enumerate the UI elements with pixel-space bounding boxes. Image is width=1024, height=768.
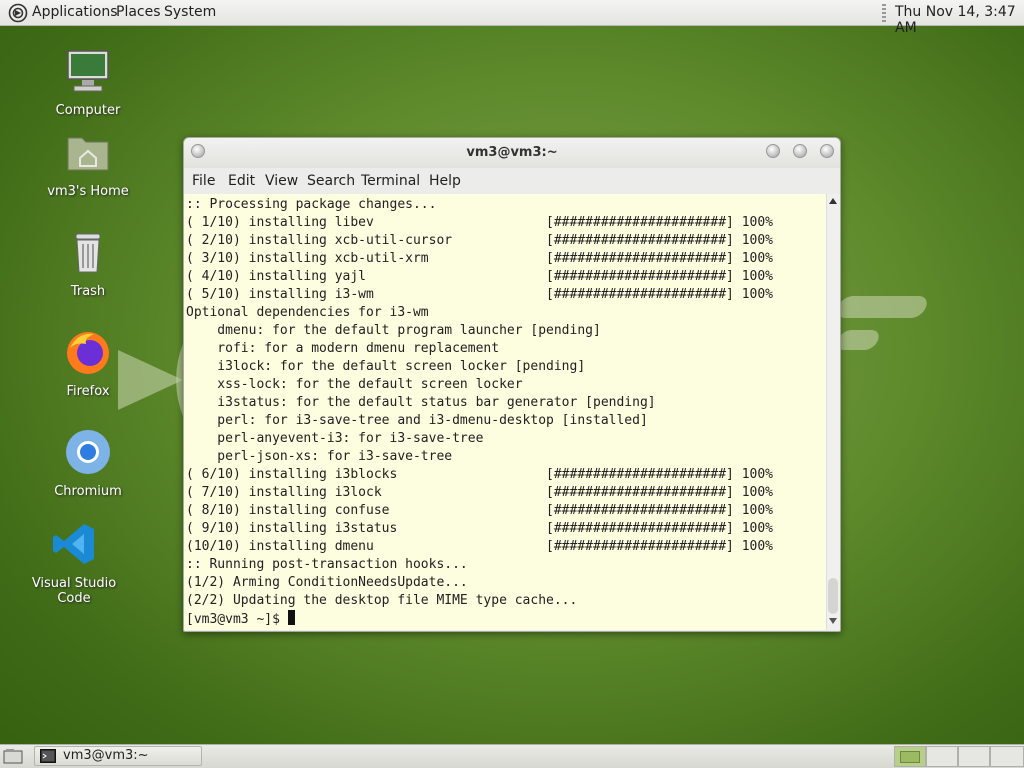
show-desktop-icon[interactable] <box>3 748 23 764</box>
applications-menu[interactable]: Applications <box>32 4 118 20</box>
desktop-icon-label: vm3's Home <box>47 184 129 199</box>
chromium-icon <box>66 430 110 474</box>
terminal-line: rofi: for a modern dmenu replacement <box>186 341 500 356</box>
bottom-panel: vm3@vm3:~ <box>0 744 1024 768</box>
terminal-line: i3status: for the default status bar gen… <box>186 395 656 410</box>
taskbar-label: vm3@vm3:~ <box>63 748 149 763</box>
terminal-line: dmenu: for the default program launcher … <box>186 323 601 338</box>
workspace-4[interactable] <box>990 746 1024 767</box>
desktop-icon-firefox[interactable]: Firefox <box>33 328 143 399</box>
terminal-line: ( 4/10) installing yajl [###############… <box>186 269 773 284</box>
workspace-1[interactable] <box>894 746 926 767</box>
terminal-line: Optional dependencies for i3-wm <box>186 305 429 320</box>
minimize-button[interactable] <box>766 144 780 158</box>
menu-view[interactable]: View <box>265 173 298 189</box>
workspace-window-thumb <box>900 751 920 763</box>
desktop-icon-home[interactable]: vm3's Home <box>33 128 143 199</box>
terminal-line: perl-anyevent-i3: for i3-save-tree <box>186 431 484 446</box>
panel-separator <box>882 4 886 22</box>
terminal-line: ( 9/10) installing i3status [###########… <box>186 521 773 536</box>
clock[interactable]: Thu Nov 14, 3:47 AM <box>895 4 1024 36</box>
desktop-icon-trash[interactable]: Trash <box>33 228 143 299</box>
workspace-2[interactable] <box>926 746 958 767</box>
terminal-line: ( 6/10) installing i3blocks [###########… <box>186 467 773 482</box>
shell-prompt: [vm3@vm3 ~]$ <box>186 612 288 627</box>
terminal-icon <box>40 749 56 763</box>
desktop-icon-label: Chromium <box>54 484 122 499</box>
close-button[interactable] <box>820 144 834 158</box>
terminal-line: ( 2/10) installing xcb-util-cursor [####… <box>186 233 773 248</box>
window-titlebar[interactable]: vm3@vm3:~ <box>184 138 840 168</box>
prompt-line: [vm3@vm3 ~]$ <box>186 610 773 628</box>
top-panel: Applications Places System Thu Nov 14, 3… <box>0 0 1024 36</box>
desktop-icon-label: Trash <box>70 284 106 299</box>
menu-edit[interactable]: Edit <box>228 173 255 189</box>
computer-icon <box>67 50 109 92</box>
terminal-line: ( 3/10) installing xcb-util-xrm [#######… <box>186 251 773 266</box>
terminal-line: ( 8/10) installing confuse [############… <box>186 503 773 518</box>
scrollbar-thumb[interactable] <box>828 578 838 614</box>
system-menu[interactable]: System <box>164 4 216 20</box>
terminal-line: ( 1/10) installing libev [##############… <box>186 215 773 230</box>
background-logo-bar <box>833 296 931 318</box>
menu-help[interactable]: Help <box>429 173 461 189</box>
terminal-line: :: Running post-transaction hooks... <box>186 557 468 572</box>
terminal-line: (2/2) Updating the desktop file MIME typ… <box>186 593 578 608</box>
maximize-button[interactable] <box>793 144 807 158</box>
desktop-icon-chromium[interactable]: Chromium <box>33 428 143 499</box>
places-menu[interactable]: Places <box>116 4 161 20</box>
desktop-icon-computer[interactable]: Computer <box>33 47 143 118</box>
terminal-scrollbar[interactable] <box>826 194 840 630</box>
desktop-icon-vscode[interactable]: Visual Studio Code <box>19 520 129 606</box>
workspace-3[interactable] <box>958 746 990 767</box>
terminal-line: ( 5/10) installing i3-wm [##############… <box>186 287 773 302</box>
terminal-output[interactable]: :: Processing package changes...( 1/10) … <box>184 194 826 630</box>
terminal-line: (10/10) installing dmenu [##############… <box>186 539 773 554</box>
terminal-line: (1/2) Arming ConditionNeedsUpdate... <box>186 575 468 590</box>
menu-search[interactable]: Search <box>307 173 355 189</box>
scroll-down-arrow-icon[interactable] <box>829 618 837 624</box>
menu-file[interactable]: File <box>192 173 215 189</box>
terminal-line: perl: for i3-save-tree and i3-dmenu-desk… <box>186 413 648 428</box>
terminal-window: vm3@vm3:~ File Edit View Search Terminal… <box>183 137 841 632</box>
trash-icon <box>75 233 101 273</box>
terminal-line: perl-json-xs: for i3-save-tree <box>186 449 453 464</box>
desktop-icon-label: Computer <box>55 103 121 118</box>
terminal-line: ( 7/10) installing i3lock [#############… <box>186 485 773 500</box>
text-cursor <box>287 610 295 625</box>
taskbar-terminal-button[interactable]: vm3@vm3:~ <box>34 746 202 766</box>
window-title: vm3@vm3:~ <box>466 145 558 160</box>
desktop-icon-label: Firefox <box>66 384 110 399</box>
terminal-text: :: Processing package changes...( 1/10) … <box>186 196 773 628</box>
vscode-icon <box>53 524 94 564</box>
terminal-menubar: File Edit View Search Terminal Help <box>184 168 840 194</box>
home-folder-icon <box>67 137 109 171</box>
apps-menu-icon[interactable] <box>8 3 28 23</box>
desktop-icon-label: Visual Studio Code <box>31 576 117 606</box>
terminal-line: xss-lock: for the default screen locker <box>186 377 523 392</box>
terminal-line: i3lock: for the default screen locker [p… <box>186 359 586 374</box>
background-logo-bar <box>834 330 882 350</box>
terminal-line: :: Processing package changes... <box>186 197 437 212</box>
scroll-up-arrow-icon[interactable] <box>829 198 837 204</box>
menu-terminal[interactable]: Terminal <box>361 173 420 189</box>
firefox-icon <box>67 332 109 374</box>
